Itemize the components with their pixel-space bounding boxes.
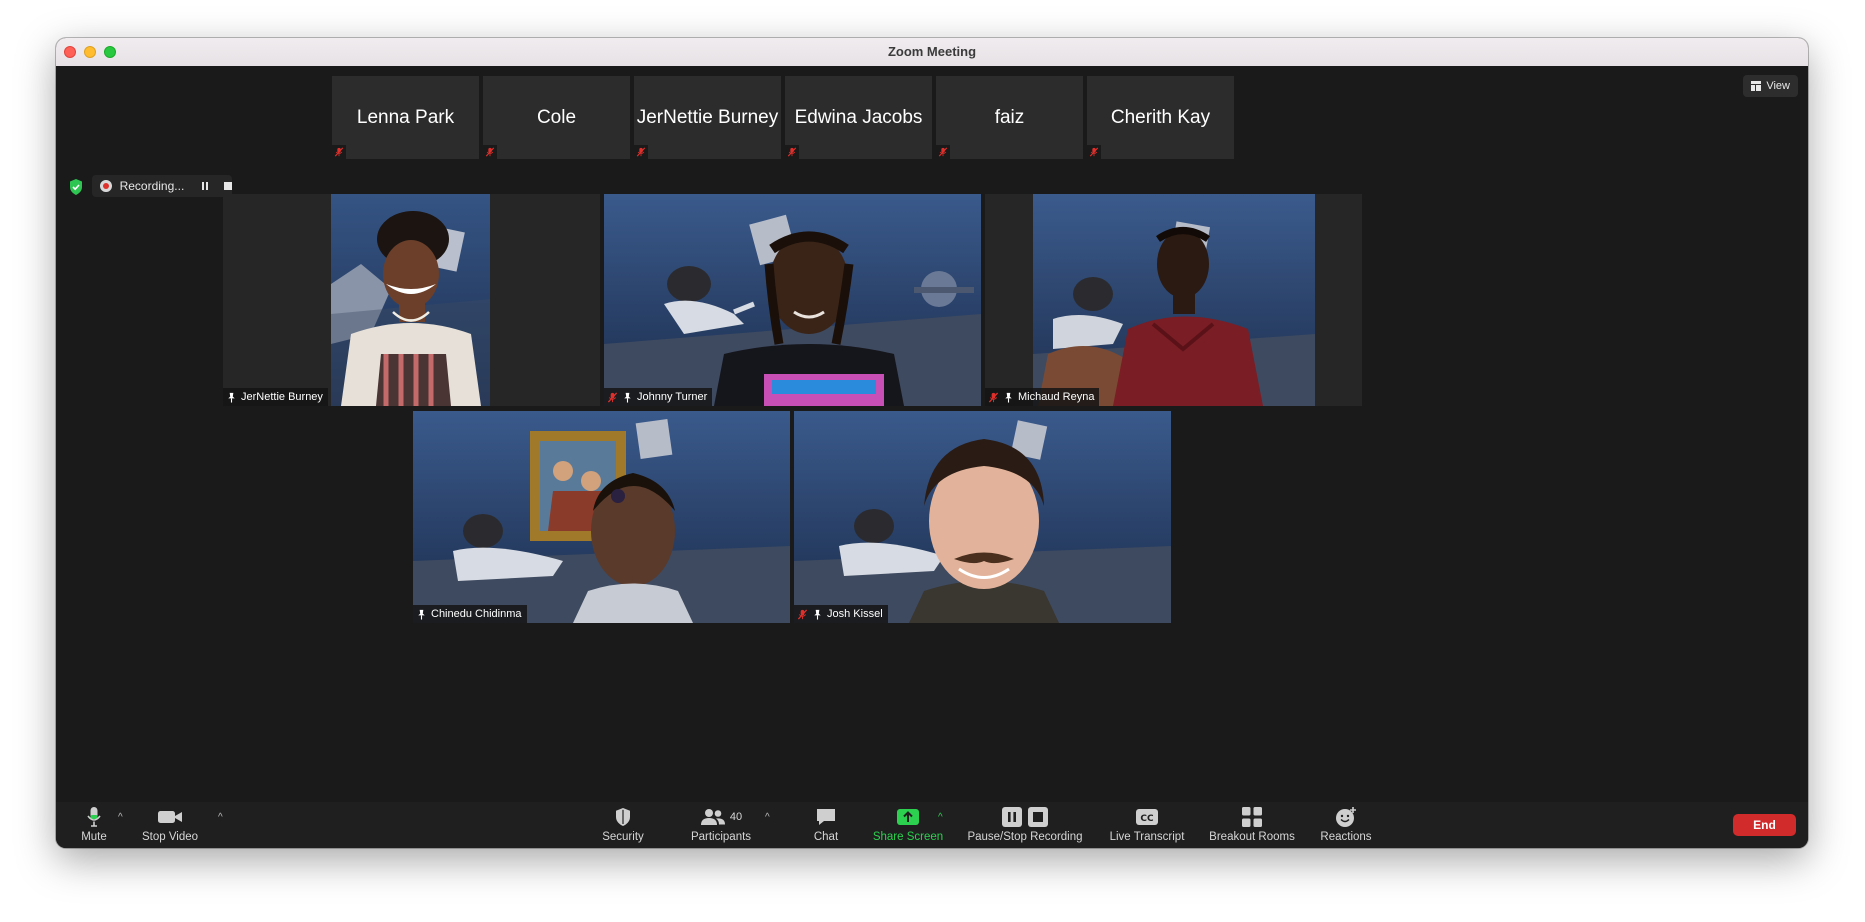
record-icon xyxy=(100,180,112,192)
recording-indicator: Recording... xyxy=(92,175,232,197)
muted-mic-icon xyxy=(1087,145,1101,159)
zoom-window: Zoom Meeting View Lenna Park Cole JerNet… xyxy=(56,38,1808,848)
video-tile[interactable]: Josh Kissel xyxy=(794,411,1171,623)
participants-button[interactable]: 40 Participants xyxy=(686,806,756,843)
encryption-shield-icon[interactable] xyxy=(68,178,84,196)
video-tile[interactable]: Johnny Turner xyxy=(604,194,981,406)
reactions-label: Reactions xyxy=(1320,831,1372,843)
participants-options-chevron-icon[interactable]: ^ xyxy=(765,812,770,823)
closed-caption-icon: CC xyxy=(1136,809,1158,825)
pin-icon xyxy=(812,609,823,620)
pause-stop-recording-button[interactable]: Pause/Stop Recording xyxy=(962,806,1088,843)
participant-video xyxy=(604,194,981,406)
participant-thumbnail[interactable]: Cherith Kay xyxy=(1087,76,1234,159)
participant-thumbnail[interactable]: Lenna Park xyxy=(332,76,479,159)
participant-name-tag: JerNettie Burney xyxy=(223,388,328,406)
share-screen-label: Share Screen xyxy=(872,831,944,843)
chat-button[interactable]: Chat xyxy=(811,806,841,843)
participant-name: Cole xyxy=(536,106,577,128)
mute-label: Mute xyxy=(81,831,107,843)
security-button[interactable]: Security xyxy=(598,806,648,843)
muted-mic-icon xyxy=(332,145,346,159)
reactions-button[interactable]: Reactions xyxy=(1316,806,1376,843)
stop-video-button[interactable]: Stop Video xyxy=(136,806,204,843)
participants-count: 40 xyxy=(729,811,743,823)
video-tile[interactable]: Chinedu Chidinma xyxy=(413,411,790,623)
stop-video-label: Stop Video xyxy=(141,831,199,843)
participant-name-tag: Johnny Turner xyxy=(604,388,713,406)
share-screen-button[interactable]: Share Screen xyxy=(868,806,948,843)
participant-name: Josh Kissel xyxy=(827,608,883,620)
breakout-rooms-label: Breakout Rooms xyxy=(1209,831,1295,843)
participant-thumbnail[interactable]: faiz xyxy=(936,76,1083,159)
muted-mic-icon xyxy=(988,392,999,403)
participant-name-tag: Michaud Reyna xyxy=(985,388,1100,406)
pin-icon xyxy=(226,392,237,403)
video-tile[interactable]: Michaud Reyna xyxy=(985,194,1362,406)
share-options-chevron-icon[interactable]: ^ xyxy=(938,812,943,823)
muted-mic-icon xyxy=(483,145,497,159)
mute-button[interactable]: Mute xyxy=(80,806,108,843)
pin-icon xyxy=(416,609,427,620)
participant-name: JerNettie Burney xyxy=(241,391,323,403)
participant-thumbnail[interactable]: Cole xyxy=(483,76,630,159)
live-transcript-label: Live Transcript xyxy=(1109,831,1185,843)
participant-name: Edwina Jacobs xyxy=(794,106,923,128)
participant-video xyxy=(413,411,790,623)
participant-name: faiz xyxy=(994,106,1025,128)
end-meeting-button[interactable]: End xyxy=(1733,814,1796,836)
recording-label: Recording... xyxy=(119,179,185,193)
participant-thumbnail[interactable]: JerNettie Burney xyxy=(634,76,781,159)
participant-name-tag: Josh Kissel xyxy=(794,605,888,623)
security-label: Security xyxy=(602,831,644,843)
share-screen-icon xyxy=(897,809,919,825)
participant-name: JerNettie Burney xyxy=(636,106,779,128)
participant-name: Chinedu Chidinma xyxy=(431,608,522,620)
participant-video xyxy=(331,194,490,406)
video-options-chevron-icon[interactable]: ^ xyxy=(218,812,223,823)
stop-recording-icon[interactable] xyxy=(224,182,232,190)
muted-mic-icon xyxy=(785,145,799,159)
participants-icon xyxy=(700,809,725,825)
participant-video xyxy=(794,411,1171,623)
chat-label: Chat xyxy=(813,831,839,843)
pin-icon xyxy=(1003,392,1014,403)
audio-options-chevron-icon[interactable]: ^ xyxy=(118,812,123,823)
microphone-icon xyxy=(87,807,101,827)
title-bar: Zoom Meeting xyxy=(56,38,1808,67)
participant-name: Michaud Reyna xyxy=(1018,391,1095,403)
participant-name: Johnny Turner xyxy=(637,391,708,403)
meeting-content: View Lenna Park Cole JerNettie Burney Ed… xyxy=(56,66,1808,848)
video-camera-icon xyxy=(158,811,182,823)
pause-recording-icon[interactable] xyxy=(202,182,209,190)
window-title: Zoom Meeting xyxy=(887,44,977,59)
participant-thumbnail[interactable]: Edwina Jacobs xyxy=(785,76,932,159)
svg-text:CC: CC xyxy=(1140,814,1154,824)
pause-stop-recording-label: Pause/Stop Recording xyxy=(967,831,1083,843)
muted-mic-icon xyxy=(607,392,618,403)
participant-name: Lenna Park xyxy=(356,106,455,128)
breakout-rooms-button[interactable]: Breakout Rooms xyxy=(1206,806,1298,843)
participant-name: Cherith Kay xyxy=(1110,106,1211,128)
view-label: View xyxy=(1766,80,1790,92)
smiley-plus-icon xyxy=(1336,807,1356,827)
breakout-rooms-grid-icon xyxy=(1242,807,1262,827)
muted-mic-icon xyxy=(634,145,648,159)
muted-mic-icon xyxy=(936,145,950,159)
meeting-toolbar: Mute ^ Stop Video ^ Security 40 Particip… xyxy=(56,802,1808,848)
view-button[interactable]: View xyxy=(1743,75,1798,97)
stop-icon xyxy=(1028,807,1048,827)
video-tile[interactable]: JerNettie Burney xyxy=(223,194,600,406)
participant-name-tag: Chinedu Chidinma xyxy=(413,605,527,623)
chat-bubble-icon xyxy=(817,809,835,825)
shield-icon xyxy=(616,808,630,826)
muted-mic-icon xyxy=(797,609,808,620)
grid-view-icon xyxy=(1751,81,1762,91)
pause-icon xyxy=(1002,807,1022,827)
live-transcript-button[interactable]: CC Live Transcript xyxy=(1104,806,1190,843)
participant-video xyxy=(1033,194,1315,406)
pin-icon xyxy=(622,392,633,403)
participants-label: Participants xyxy=(690,831,752,843)
